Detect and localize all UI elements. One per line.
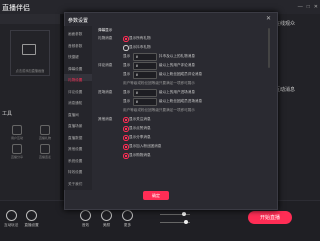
bottom-tool-settings[interactable]: 直播设置 (24, 210, 39, 228)
comment-note: 用户等级或粉丝团等级只要满足一项即可展示 (123, 81, 195, 85)
speaker-volume-knob[interactable] (184, 220, 188, 224)
interaction-messages-label: 互动消息 (275, 87, 296, 93)
sidebar-item-12[interactable]: 特效设置 (68, 170, 92, 175)
share-messages-label: 显示分享消息 (129, 135, 151, 139)
checkbox-shopping-messages[interactable] (123, 153, 129, 159)
radio-show-all-gifts[interactable] (123, 36, 129, 42)
comment-level-select[interactable]: 0 ▾ (133, 62, 157, 70)
entry-fan-prefix: 显示 (123, 99, 131, 103)
sidebar-item-9[interactable]: 直播数据 (68, 136, 92, 141)
tool-grid: 用户互动 直播礼物 直播分享 直播连麦 (4, 125, 58, 159)
mic-icon (40, 144, 50, 154)
checkbox-like-messages[interactable] (123, 126, 129, 132)
fanclub-messages-label: 显示加入粉丝团消息 (129, 144, 162, 148)
tool-link-mic[interactable]: 直播连麦 (32, 144, 58, 159)
entry-fan-select[interactable]: 0 ▾ (133, 98, 157, 106)
bottom-tool-interaction[interactable]: 互动玩法 (4, 210, 18, 228)
shopping-messages-label: 显示购物消息 (129, 153, 151, 157)
entry-level-prefix: 显示 (123, 90, 131, 94)
start-live-button[interactable]: 开始直播 (248, 211, 292, 224)
checkbox-share-messages[interactable] (123, 135, 129, 141)
tool-gifts[interactable]: 直播礼物 (32, 125, 58, 140)
entry-fan-suffix: 级以上粉丝团成员进场消息 (159, 99, 203, 103)
entry-messages-label: 进场消息 (98, 90, 113, 94)
other-messages-label: 其他消息 (98, 117, 113, 121)
sidebar-item-0[interactable]: 画面参数 (68, 32, 92, 37)
gift-icon (40, 125, 50, 135)
game-icon (5, 210, 17, 221)
bottom-center-tools: 音效 美颜 更多 (80, 210, 133, 228)
share-icon (12, 144, 22, 154)
gift-messages-label: 礼物消息 (98, 36, 113, 40)
settings-sidebar-list: 画面参数音频参数快捷键弹幕设置礼物设置评论设置消息通知直播间直播场景直播数据其他… (64, 26, 92, 190)
online-viewers-label: 在线观众 (275, 21, 296, 27)
like-messages-label: 显示点赞消息 (129, 126, 151, 130)
comment-level-suffix: 级以上的用户评论消息 (159, 63, 195, 67)
sidebar-item-7[interactable]: 直播间 (68, 113, 92, 118)
comment-level-prefix: 显示 (123, 63, 131, 67)
sidebar-item-11[interactable]: 系统设置 (68, 159, 92, 164)
sidebar-item-3[interactable]: 弹幕设置 (68, 67, 92, 72)
section-title: 弹幕显示 (98, 28, 113, 32)
settings-content: 弹幕显示 礼物消息 显示所有礼物 显示抖币礼物 显示 0 ▾ 抖币及以上的礼物消息… (95, 26, 270, 188)
close-window-icon[interactable]: ✕ (314, 4, 318, 10)
sidebar-item-13[interactable]: 关于我们 (68, 182, 92, 187)
sidebar-item-6[interactable]: 消息通知 (68, 101, 92, 106)
sidebar-item-4[interactable]: 礼物设置 (68, 78, 92, 83)
bottom-tool-beauty[interactable]: 美颜 (101, 210, 112, 228)
comment-fan-select[interactable]: 0 ▾ (133, 71, 157, 79)
bottom-tool-more[interactable]: 更多 (122, 210, 133, 228)
sidebar-item-10[interactable]: 其他设置 (68, 147, 92, 152)
preview-hint: 点击或添加直播画面 (15, 69, 45, 73)
bottom-tool-sound[interactable]: 音效 (80, 210, 91, 228)
mic-volume-knob[interactable] (182, 212, 186, 216)
checkbox-follow-messages[interactable] (123, 117, 129, 123)
content-scrollbar[interactable] (268, 28, 270, 68)
beauty-icon (101, 210, 112, 221)
camera-icon (22, 44, 36, 55)
tool-share[interactable]: 直播分享 (4, 144, 30, 159)
users-icon (12, 125, 22, 135)
checkbox-fanclub-messages[interactable] (123, 144, 129, 150)
app-title: 直播伴侣 (2, 5, 30, 12)
show-coin-gifts-label: 显示抖币礼物 (129, 45, 151, 49)
window-controls: — □ ✕ (298, 4, 318, 10)
more-icon (122, 210, 133, 221)
sidebar-item-5[interactable]: 评论设置 (68, 90, 92, 95)
radio-show-coin-gifts[interactable] (123, 45, 129, 51)
maximize-icon[interactable]: □ (307, 4, 310, 10)
comment-messages-label: 评论消息 (98, 63, 113, 67)
gear-icon (26, 210, 38, 221)
close-icon[interactable]: ✕ (266, 15, 271, 22)
sound-icon (80, 210, 91, 221)
gift-threshold-select[interactable]: 0 ▾ (133, 53, 157, 61)
dialog-title: 参数设置 (68, 18, 89, 24)
gift-threshold-prefix: 显示 (123, 54, 131, 58)
gift-threshold-suffix: 抖币及以上的礼物消息 (159, 54, 195, 58)
tools-label: 工具 (2, 111, 13, 117)
entry-level-select[interactable]: 0 ▾ (133, 89, 157, 97)
entry-level-suffix: 级以上的用户进场消息 (159, 90, 195, 94)
left-panel-header (0, 14, 60, 24)
sidebar-item-8[interactable]: 直播场景 (68, 124, 92, 129)
comment-fan-suffix: 级以上粉丝团成员评论消息 (159, 72, 203, 76)
confirm-button[interactable]: 确定 (143, 191, 169, 200)
bottom-left-tools: 互动玩法 直播设置 (4, 210, 39, 228)
tool-user-interaction[interactable]: 用户互动 (4, 125, 30, 140)
comment-fan-prefix: 显示 (123, 72, 131, 76)
entry-note: 用户等级或粉丝团等级只要满足一项即可展示 (123, 108, 195, 112)
sidebar-item-1[interactable]: 音频参数 (68, 44, 92, 49)
follow-messages-label: 显示关注消息 (129, 117, 151, 121)
minimize-icon[interactable]: — (298, 4, 303, 10)
show-all-gifts-label: 显示所有礼物 (129, 36, 151, 40)
sidebar-item-2[interactable]: 快捷键 (68, 55, 92, 60)
